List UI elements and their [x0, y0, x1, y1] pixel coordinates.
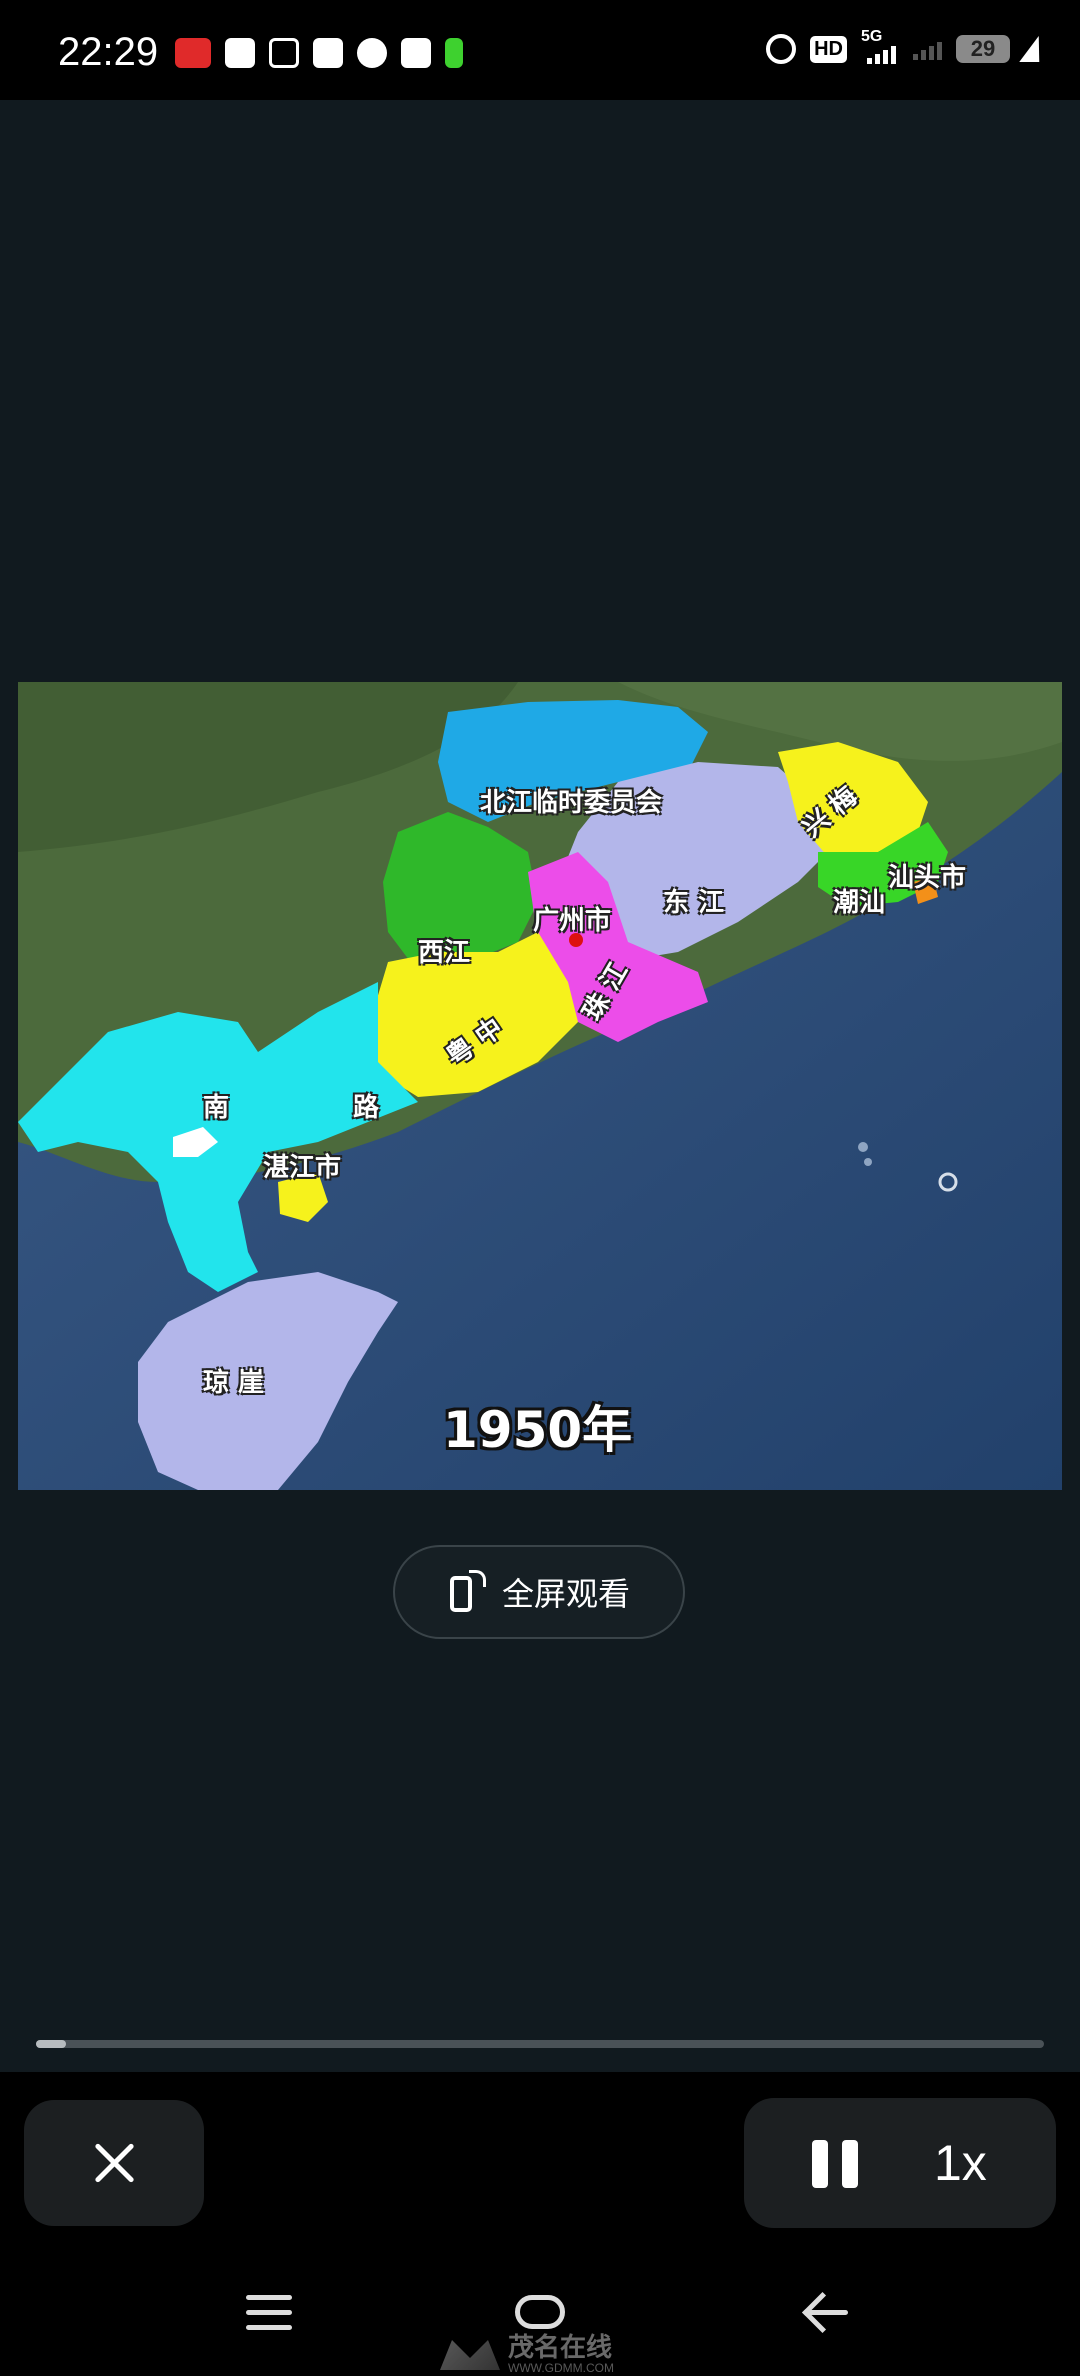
watermark-logo: [440, 2340, 500, 2370]
fullscreen-label: 全屏观看: [501, 1575, 630, 1613]
playback-controls: 1x: [744, 2098, 1056, 2228]
watermark: 茂名在线 WWW.GDMM.COM: [440, 2335, 614, 2375]
cloud-icon: [313, 38, 343, 68]
rotate-screen-icon: [448, 1570, 486, 1614]
charging-icon: [1019, 36, 1049, 62]
label-shantou: 汕头市: [888, 863, 967, 893]
notification-icons: [175, 38, 463, 68]
label-qiongya: 琼 崖: [203, 1368, 265, 1398]
toutiao-app-icon: [175, 38, 211, 68]
video-player[interactable]: 北江临时委员会 西江 广州市 东 江 兴 梅 潮汕 汕头市 珠 江 粤 中 南 …: [18, 682, 1062, 1490]
label-nanlu-1: 南: [203, 1093, 230, 1123]
close-icon: [92, 2141, 136, 2185]
watermark-sub: WWW.GDMM.COM: [508, 2361, 614, 2375]
pause-icon-bar-right: [842, 2140, 858, 2188]
year-label: 1950年: [443, 1401, 633, 1459]
alarm-icon: [766, 34, 797, 64]
home-icon[interactable]: [515, 2295, 565, 2329]
label-chaoshan: 潮汕: [833, 888, 886, 918]
menu-icon[interactable]: [246, 2295, 292, 2331]
message-icon: [225, 38, 255, 68]
fullscreen-button[interactable]: 全屏观看: [393, 1545, 685, 1639]
progress-fill: [36, 2040, 67, 2048]
label-guangzhou: 广州市: [533, 906, 612, 936]
video-progress-bar[interactable]: [36, 2040, 1044, 2048]
music-icon: [357, 38, 387, 68]
tiktok-icon: [269, 38, 299, 68]
signal-5g-icon: 5G: [861, 28, 899, 64]
battery-icon: 29: [956, 35, 1010, 63]
status-bar: 22:29 HD 5G 29: [0, 0, 1080, 100]
green-music-icon: [445, 38, 463, 68]
signal-2-icon: [913, 38, 942, 60]
close-button[interactable]: [24, 2100, 204, 2226]
clock: 22:29: [58, 30, 159, 74]
label-dongjiang: 东 江: [663, 888, 725, 918]
label-zhanjiang: 湛江市: [263, 1153, 342, 1183]
watermark-text: 茂名在线: [508, 2333, 613, 2363]
label-xijiang: 西江: [418, 938, 471, 968]
pause-button[interactable]: [810, 2140, 860, 2188]
label-beijiang: 北江临时委员会: [480, 788, 663, 818]
system-icons: HD 5G 29: [766, 28, 1049, 64]
pause-icon-bar-left: [812, 2140, 828, 2188]
back-icon[interactable]: [800, 2290, 850, 2336]
network-label: 5G: [861, 28, 883, 45]
book-icon: [401, 38, 431, 68]
hd-badge: HD: [810, 35, 847, 63]
label-nanlu-2: 路: [353, 1093, 380, 1123]
playback-speed-button[interactable]: 1x: [934, 2134, 987, 2192]
